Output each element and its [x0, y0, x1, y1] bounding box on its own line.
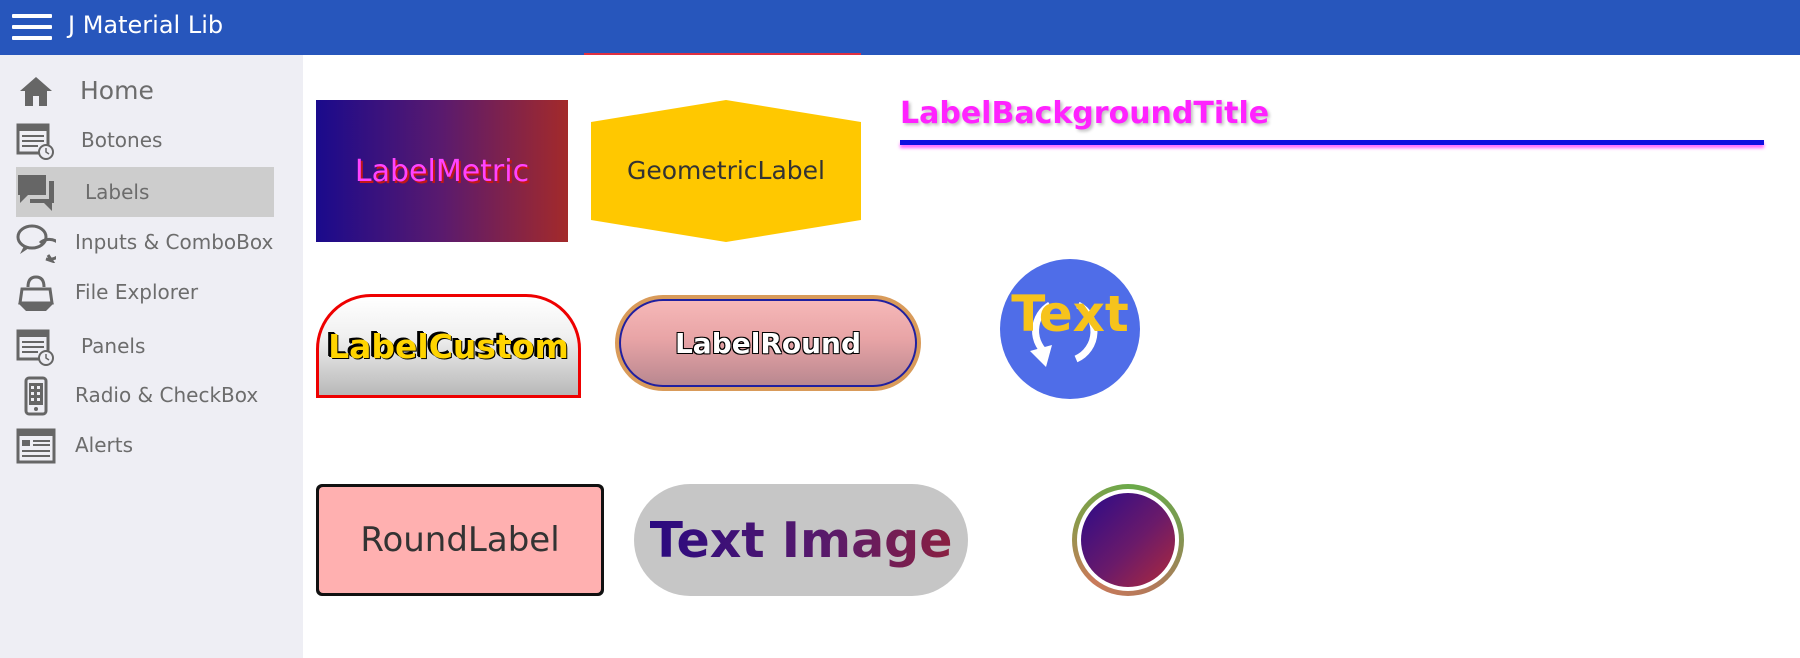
sidebar-item-labels[interactable]: Labels: [16, 167, 274, 217]
text-circle-label: Text: [1000, 259, 1140, 399]
avatar-ring: [1077, 489, 1179, 591]
sidebar-item-label: File Explorer: [75, 280, 199, 304]
sidebar-item-file-explorer[interactable]: File Explorer: [16, 267, 274, 317]
sidebar-item-radio-checkbox[interactable]: Radio & CheckBox: [16, 370, 274, 420]
sidebar-item-label: Labels: [85, 180, 150, 204]
calendar-clock-icon: [16, 329, 54, 366]
avatar-image: [1081, 493, 1175, 587]
calendar-clock-icon: [16, 123, 54, 160]
round-label-text: RoundLabel: [360, 520, 560, 560]
sidebar-item-label: Radio & CheckBox: [75, 383, 259, 407]
sidebar-item-inputs-combobox[interactable]: Inputs & ComboBox: [16, 217, 274, 267]
label-metric: LabelMetric: [316, 100, 568, 242]
window-list-icon: [16, 428, 56, 464]
label-custom-text: LabelCustom: [328, 326, 569, 366]
speech-bubbles-icon: [16, 224, 56, 263]
sidebar-item-label: Panels: [81, 334, 146, 358]
menu-icon[interactable]: [12, 8, 52, 46]
shopping-bag-icon: [18, 275, 54, 311]
label-background-title: LabelBackgroundTitle: [900, 96, 1270, 131]
label-round-text: LabelRound: [674, 326, 862, 360]
chat-bubble-icon: [18, 175, 54, 211]
sidebar-item-panels[interactable]: Panels: [16, 321, 274, 371]
sidebar-item-alerts[interactable]: Alerts: [16, 420, 274, 470]
text-image-label: Text Image: [634, 484, 968, 596]
top-app-bar: J Material Lib: [0, 0, 1800, 55]
label-round: LabelRound: [615, 295, 921, 391]
app-title: J Material Lib: [68, 11, 224, 39]
label-custom: LabelCustom: [316, 294, 581, 398]
sidebar-item-label: Inputs & ComboBox: [75, 230, 274, 254]
sidebar-item-label: Alerts: [75, 433, 134, 457]
text-image-text: Text Image: [649, 511, 953, 569]
avatar-circle: [1072, 484, 1184, 596]
round-label-body: RoundLabel: [319, 487, 601, 593]
home-icon: [20, 77, 52, 106]
label-round-body: LabelRound: [619, 299, 917, 387]
divider: [584, 53, 861, 55]
text-circle-text: Text: [1011, 285, 1129, 343]
sidebar-item-label: Home: [80, 75, 154, 105]
mobile-phone-icon: [24, 376, 48, 416]
geometric-label-text: GeometricLabel: [627, 156, 825, 185]
sidebar-item-label: Botones: [81, 128, 163, 152]
sidebar-item-botones[interactable]: Botones: [16, 115, 274, 165]
round-label: RoundLabel: [316, 484, 604, 596]
title-underline: [900, 140, 1764, 145]
geometric-label: GeometricLabel: [591, 100, 861, 242]
label-metric-text: LabelMetric: [354, 153, 530, 189]
sidebar-item-home[interactable]: Home: [16, 65, 274, 115]
sidebar: Home Botones Labels Inputs & ComboBox Fi…: [0, 55, 303, 658]
